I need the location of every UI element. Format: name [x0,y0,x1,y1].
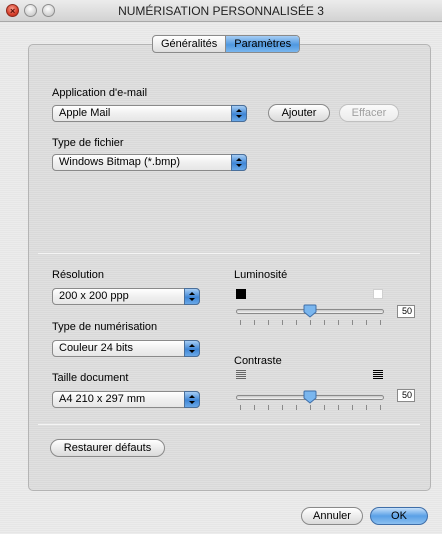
brightness-ticks [240,320,381,326]
popup-arrows-icon [184,391,200,408]
ok-button[interactable]: OK [370,507,428,525]
clear-button[interactable]: Effacer [339,104,399,122]
popup-arrows-icon [231,105,247,122]
resolution-value: 200 x 200 ppp [59,290,129,302]
slider-tick [324,405,325,410]
doc-size-select[interactable]: A4 210 x 297 mm [52,391,200,408]
popup-arrows-icon [184,288,200,305]
brightness-slider-knob[interactable] [303,304,317,318]
email-app-value: Apple Mail [59,107,111,119]
slider-tick [254,405,255,410]
title-bar[interactable]: × NUMÉRISATION PERSONNALISÉE 3 [0,0,442,22]
contrast-value-field[interactable]: 50 [397,389,415,402]
doc-size-label: Taille document [52,372,129,384]
resolution-select[interactable]: 200 x 200 ppp [52,288,200,305]
low-contrast-icon [236,370,246,380]
scan-type-select[interactable]: Couleur 24 bits [52,340,200,357]
slider-tick [380,405,381,410]
cancel-button[interactable]: Annuler [301,507,363,525]
slider-tick [254,320,255,325]
slider-tick [380,320,381,325]
contrast-ticks [240,405,381,411]
email-app-label: Application d'e-mail [52,87,148,99]
popup-arrows-icon [184,340,200,357]
slider-tick [310,405,311,410]
light-swatch-icon [373,289,383,299]
slider-tick [324,320,325,325]
slider-tick [310,320,311,325]
brightness-label: Luminosité [234,269,288,281]
contrast-label: Contraste [234,355,282,367]
slider-tick [296,405,297,410]
slider-tick [240,405,241,410]
slider-tick [296,320,297,325]
slider-tick [352,320,353,325]
high-contrast-icon [373,370,383,380]
email-app-select[interactable]: Apple Mail [52,105,247,122]
slider-tick [366,320,367,325]
file-type-label: Type de fichier [52,137,124,149]
popup-arrows-icon [231,154,247,171]
file-type-select[interactable]: Windows Bitmap (*.bmp) [52,154,247,171]
slider-tick [338,405,339,410]
slider-tick [268,405,269,410]
resolution-label: Résolution [52,269,104,281]
window-title: NUMÉRISATION PERSONNALISÉE 3 [118,4,324,18]
slider-tick [366,405,367,410]
brightness-value-field[interactable]: 50 [397,305,415,318]
dark-swatch-icon [236,289,246,299]
slider-tick [268,320,269,325]
section-divider [38,424,420,425]
tab-parametres[interactable]: Paramètres [226,36,300,52]
add-button[interactable]: Ajouter [268,104,330,122]
dialog-window: × NUMÉRISATION PERSONNALISÉE 3 Généralit… [0,0,442,534]
slider-tick [338,320,339,325]
slider-tick [352,405,353,410]
slider-tick [240,320,241,325]
tab-generalites[interactable]: Généralités [153,36,227,52]
doc-size-value: A4 210 x 297 mm [59,393,146,405]
section-divider [38,253,420,254]
tab-bar: Généralités Paramètres [152,35,301,53]
scan-type-value: Couleur 24 bits [59,342,133,354]
restore-defaults-button[interactable]: Restaurer défauts [50,439,165,457]
contrast-slider-knob[interactable] [303,390,317,404]
slider-tick [282,405,283,410]
file-type-value: Windows Bitmap (*.bmp) [59,156,181,168]
slider-tick [282,320,283,325]
scan-type-label: Type de numérisation [52,321,158,333]
